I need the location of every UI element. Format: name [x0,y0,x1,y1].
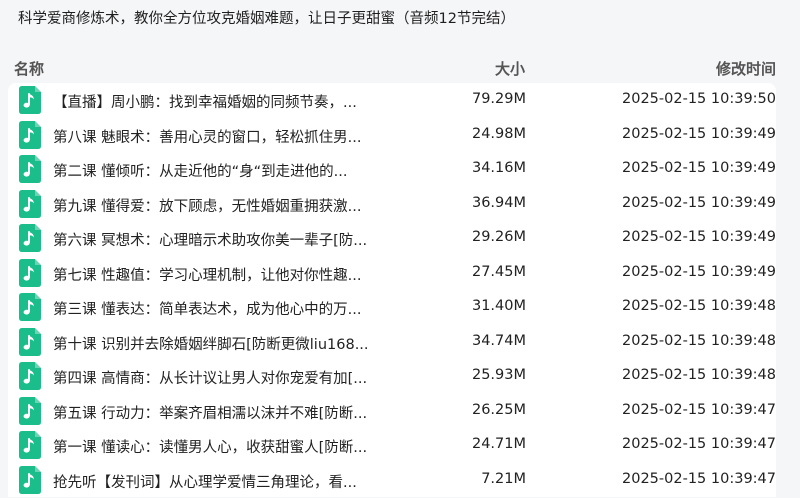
file-modified-time: 2025-02-15 10:39:49 [622,194,776,211]
file-row[interactable]: 第六课 冥想术：心理暗示术助攻你美一辈子[防... 29.26M 2025-02-1… [8,221,776,256]
music-file-icon [19,396,41,425]
music-file-icon [19,155,41,183]
column-header-name[interactable]: 名称 [14,58,44,79]
file-name[interactable]: 第五课 行动力：举案齐眉相濡以沫并不难[防断... [53,402,401,423]
file-size: 36.94M [471,194,526,211]
music-file-icon [19,258,41,287]
file-size: 34.74M [471,332,526,349]
file-modified-time: 2025-02-15 10:39:48 [622,367,776,383]
column-header-size[interactable]: 大小 [480,58,525,79]
file-row[interactable]: 第二课 懂倾听：从走近他的“身“到走进他的... 34.16M 2025-02-15… [8,152,776,187]
file-row[interactable]: 第八课 魅眼术：善用心灵的窗口，轻松抓住男... 24.98M 2025-02-15… [8,118,776,153]
file-size: 31.40M [471,298,526,314]
music-file-icon [19,362,41,390]
file-name[interactable]: 【直播】周小鹏：找到幸福婚姻的同频节奏，... [53,91,401,112]
file-modified-time: 2025-02-15 10:39:49 [622,229,776,245]
file-modified-time: 2025-02-15 10:39:50 [622,91,776,107]
file-row[interactable]: 第一课 懂读心：读懂男人心，收获甜蜜人[防断... 24.71M 2025-02-1… [8,428,776,463]
file-name[interactable]: 第一课 懂读心：读懂男人心，收获甜蜜人[防断... [53,436,401,457]
file-size: 25.93M [471,367,526,383]
file-modified-time: 2025-02-15 10:39:47 [622,401,776,418]
music-file-icon [19,120,41,149]
file-name[interactable]: 第四课 高情商：从长计议让男人对你宠爱有加[... [53,367,401,388]
file-name[interactable]: 第二课 懂倾听：从走近他的“身“到走进他的... [53,160,401,181]
file-size: 7.21M [481,470,526,487]
file-name[interactable]: 第八课 魅眼术：善用心灵的窗口，轻松抓住男... [53,126,401,147]
file-row[interactable]: 第五课 行动力：举案齐眉相濡以沫并不难[防断... 26.25M 2025-02-1… [8,394,776,429]
file-row[interactable]: 第九课 懂得爱：放下顾虑，无性婚姻重拥获激... 36.94M 2025-02-15… [8,187,776,222]
music-file-icon [19,224,41,252]
file-row[interactable]: 【直播】周小鹏：找到幸福婚姻的同频节奏，... 79.29M 2025-02-15 … [8,83,776,118]
file-modified-time: 2025-02-15 10:39:48 [622,298,776,314]
file-size: 34.16M [471,160,526,176]
file-row[interactable]: 第七课 性趣值：学习心理机制，让他对你性趣... 27.45M 2025-02-15… [8,256,776,291]
file-row[interactable]: 第十课 识别并去除婚姻绊脚石[防断更微liu168... 34.74M 2025-0… [8,325,776,360]
file-modified-time: 2025-02-15 10:39:47 [622,436,776,452]
file-modified-time: 2025-02-15 10:39:47 [622,470,776,487]
file-name[interactable]: 第六课 冥想术：心理暗示术助攻你美一辈子[防... [53,229,401,250]
file-modified-time: 2025-02-15 10:39:48 [622,332,776,349]
music-file-icon [19,465,41,494]
file-name[interactable]: 第九课 懂得爱：放下顾虑，无性婚姻重拥获激... [53,195,401,216]
music-file-icon [19,431,41,459]
file-name[interactable]: 第三课 懂表达：简单表达术，成为他心中的万... [53,298,401,319]
file-size: 24.71M [471,436,526,452]
music-file-icon [19,327,41,356]
file-name[interactable]: 第七课 性趣值：学习心理机制，让他对你性趣... [53,264,401,285]
file-modified-time: 2025-02-15 10:39:49 [622,160,776,176]
file-size: 24.98M [471,125,526,142]
file-list: 【直播】周小鹏：找到幸福婚姻的同频节奏，... 79.29M 2025-02-15 … [8,83,776,497]
file-row[interactable]: 第三课 懂表达：简单表达术，成为他心中的万... 31.40M 2025-02-15… [8,290,776,325]
file-modified-time: 2025-02-15 10:39:49 [622,125,776,142]
music-file-icon [19,293,41,321]
page-title: 科学爱商修炼术，教你全方位攻克婚姻难题，让日子更甜蜜（音频12节完结） [18,11,515,27]
file-row[interactable]: 第四课 高情商：从长计议让男人对你宠爱有加[... 25.93M 2025-02-1… [8,359,776,394]
music-file-icon [19,86,41,114]
column-header-time[interactable]: 修改时间 [640,58,776,79]
file-size: 79.29M [471,91,526,107]
file-size: 27.45M [471,263,526,280]
file-name[interactable]: 第十课 识别并去除婚姻绊脚石[防断更微liu168... [53,333,401,354]
file-name[interactable]: 抢先听【发刊词】从心理学爱情三角理论，看... [53,471,401,492]
file-size: 29.26M [471,229,526,245]
file-row[interactable]: 抢先听【发刊词】从心理学爱情三角理论，看... 7.21M 2025-02-15 1… [8,463,776,498]
file-size: 26.25M [471,401,526,418]
file-modified-time: 2025-02-15 10:39:49 [622,263,776,280]
music-file-icon [19,189,41,218]
